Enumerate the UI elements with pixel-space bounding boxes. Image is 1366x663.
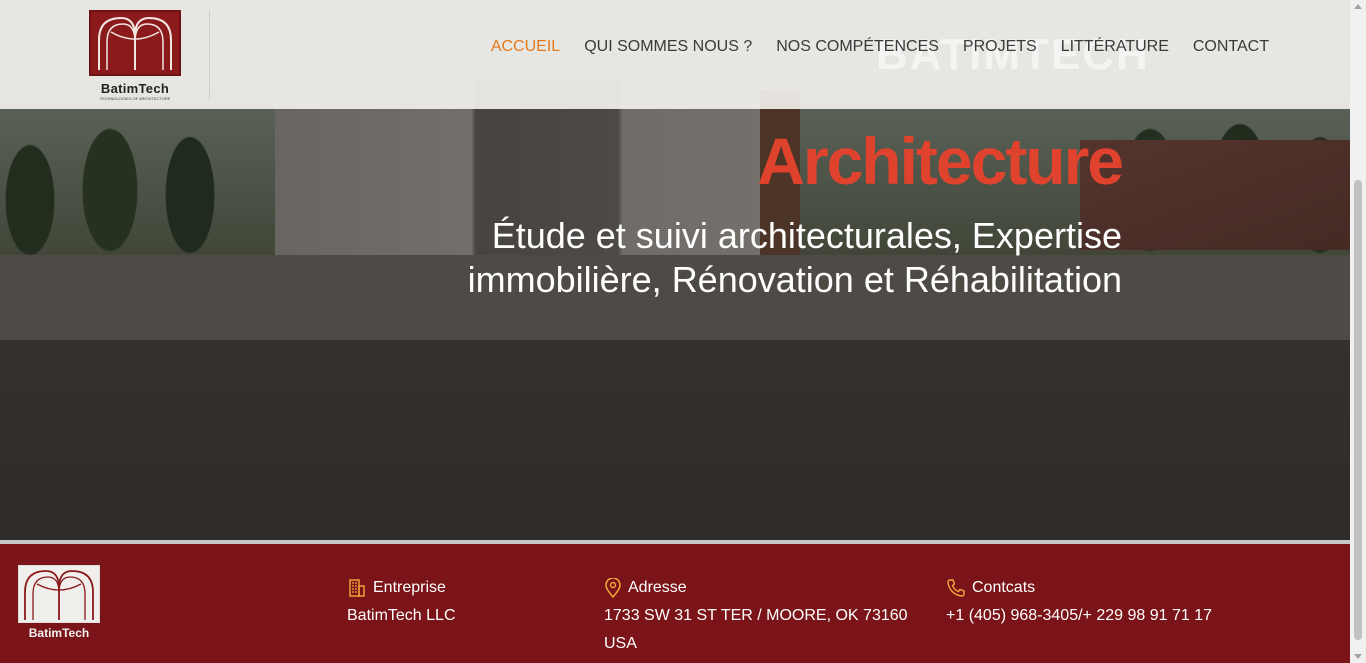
- footer-logo[interactable]: BatimTech: [18, 565, 100, 640]
- footer-contacts: Contcats +1 (405) 968-3405/+ 229 98 91 7…: [946, 578, 1212, 630]
- site-header: BatimTech TECHNOLOGIES OF ARCHITECTURE B…: [0, 0, 1350, 109]
- footer-company: Entreprise BatimTech LLC: [347, 578, 456, 630]
- logo-arches-icon: [98, 16, 172, 70]
- hero-title: Architecture: [757, 124, 1124, 198]
- nav-nos-competences[interactable]: NOS COMPÉTENCES: [776, 38, 939, 56]
- footer-address-label: Adresse: [628, 579, 687, 596]
- footer-contacts-value[interactable]: +1 (405) 968-3405/+ 229 98 91 71 17: [946, 602, 1212, 630]
- site-footer: BatimTech Entreprise BatimTech LLC Adres…: [0, 544, 1350, 663]
- footer-address-heading: Adresse: [604, 578, 924, 598]
- footer-contacts-label: Contcats: [972, 579, 1036, 596]
- nav-litterature[interactable]: LITTÉRATURE: [1061, 38, 1169, 56]
- nav-projets[interactable]: PROJETS: [963, 38, 1037, 56]
- map-pin-icon: [605, 578, 621, 598]
- footer-company-label: Entreprise: [373, 579, 446, 596]
- scrollbar-thumb[interactable]: [1354, 180, 1362, 640]
- hero-subtitle: Étude et suivi architecturales, Expertis…: [467, 215, 1122, 300]
- nav-qui-sommes-nous[interactable]: QUI SOMMES NOUS ?: [584, 38, 752, 56]
- logo-tagline: TECHNOLOGIES OF ARCHITECTURE: [99, 96, 171, 101]
- footer-logo-wordmark: BatimTech: [28, 626, 90, 640]
- footer-address-value: 1733 SW 31 ST TER / MOORE, OK 73160 USA: [604, 607, 908, 652]
- nav-accueil[interactable]: ACCUEIL: [491, 38, 560, 56]
- page-scrollbar[interactable]: [1350, 0, 1366, 663]
- main-nav: ACCUEIL QUI SOMMES NOUS ? NOS COMPÉTENCE…: [491, 38, 1269, 56]
- header-divider: [209, 10, 210, 100]
- footer-company-heading: Entreprise: [347, 578, 456, 598]
- scroll-up-arrow-icon[interactable]: [1354, 4, 1362, 9]
- phone-icon: [947, 579, 965, 597]
- scroll-down-arrow-icon[interactable]: [1354, 654, 1362, 659]
- nav-contact[interactable]: CONTACT: [1193, 38, 1269, 56]
- site-logo[interactable]: BatimTech TECHNOLOGIES OF ARCHITECTURE: [89, 10, 181, 101]
- logo-wordmark: BatimTech: [100, 81, 170, 96]
- footer-address: Adresse 1733 SW 31 ST TER / MOORE, OK 73…: [604, 578, 924, 658]
- footer-logo-emblem: [18, 565, 100, 623]
- logo-emblem: [89, 10, 181, 76]
- building-icon: [349, 579, 365, 597]
- footer-contacts-heading: Contcats: [946, 578, 1212, 598]
- footer-company-value: BatimTech LLC: [347, 607, 456, 624]
- footer-logo-arches-icon: [24, 570, 94, 620]
